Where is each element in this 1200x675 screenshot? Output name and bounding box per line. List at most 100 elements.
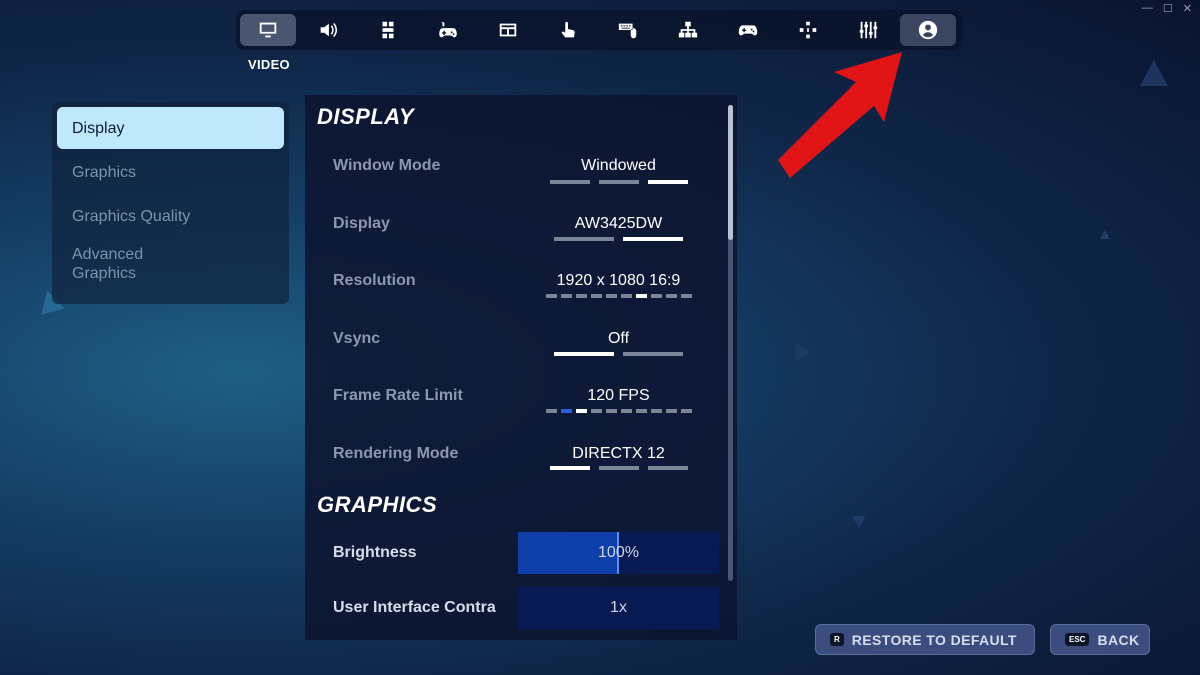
keyboard-mouse-icon <box>618 23 637 39</box>
option-segment[interactable] <box>680 409 692 413</box>
decor-triangle <box>1100 230 1110 239</box>
ui-contrast-slider[interactable]: 1x <box>518 587 719 629</box>
tab-accessibility[interactable] <box>360 14 416 46</box>
option-segment[interactable] <box>635 294 647 298</box>
frame-rate-limit-value[interactable]: 120 FPS <box>545 387 692 405</box>
minimize-icon[interactable]: — <box>1142 2 1153 15</box>
section-title-display: DISPLAY <box>317 104 415 129</box>
tab-controller[interactable] <box>720 14 776 46</box>
option-segment[interactable] <box>680 294 692 298</box>
option-segment[interactable] <box>560 409 572 413</box>
rendering-mode-label: Rendering Mode <box>333 445 459 462</box>
key-hint-r: R <box>830 633 844 646</box>
option-segment[interactable] <box>554 237 614 241</box>
sliders-icon <box>859 21 878 39</box>
tab-hierarchy[interactable] <box>660 14 716 46</box>
key-hint-esc: ESC <box>1065 633 1090 646</box>
speaker-icon <box>320 22 338 38</box>
sidebar-item-display[interactable]: Display <box>57 107 284 149</box>
sidebar-item-graphics-quality[interactable]: Graphics Quality <box>57 195 284 237</box>
section-title-graphics: GRAPHICS <box>317 492 438 517</box>
close-icon[interactable]: ✕ <box>1183 2 1192 15</box>
brightness-slider[interactable]: 100% <box>518 532 719 574</box>
settings-sidebar: Display Graphics Graphics Quality Advanc… <box>52 102 289 304</box>
hierarchy-icon <box>678 21 698 38</box>
decor-triangle <box>787 338 811 362</box>
resolution-options[interactable] <box>545 294 692 298</box>
option-segment[interactable] <box>575 294 587 298</box>
active-tab-title: VIDEO <box>248 57 290 72</box>
tab-input[interactable] <box>420 14 476 46</box>
decor-triangle <box>1140 60 1168 86</box>
option-segment[interactable] <box>635 409 647 413</box>
sidebar-item-graphics[interactable]: Graphics <box>57 151 284 193</box>
account-icon <box>918 20 938 40</box>
window-mode-value[interactable]: Windowed <box>545 157 692 175</box>
vsync-options[interactable] <box>545 352 692 356</box>
accessibility-icon <box>382 21 394 39</box>
brightness-value: 100% <box>598 544 639 561</box>
frame-rate-limit-options[interactable] <box>545 409 692 413</box>
window-mode-label: Window Mode <box>333 157 441 174</box>
rendering-mode-value[interactable]: DIRECTX 12 <box>545 445 692 463</box>
tab-touch[interactable] <box>540 14 596 46</box>
option-segment[interactable] <box>598 180 639 184</box>
option-segment[interactable] <box>545 294 557 298</box>
option-segment[interactable] <box>590 409 602 413</box>
option-segment[interactable] <box>575 409 587 413</box>
vsync-value[interactable]: Off <box>545 330 692 348</box>
option-segment[interactable] <box>647 466 688 470</box>
rendering-mode-options[interactable] <box>545 466 692 470</box>
option-segment[interactable] <box>545 409 557 413</box>
ui-contrast-value: 1x <box>610 599 627 616</box>
sidebar-item-advanced-graphics[interactable]: Advanced Graphics <box>57 239 177 289</box>
option-segment[interactable] <box>650 294 662 298</box>
controller-settings-icon <box>439 21 457 38</box>
back-label: BACK <box>1097 631 1140 648</box>
option-segment[interactable] <box>620 294 632 298</box>
settings-panel: DISPLAY Window Mode Windowed Display AW3… <box>305 95 737 640</box>
resolution-value[interactable]: 1920 x 1080 16:9 <box>545 272 692 290</box>
option-segment[interactable] <box>665 294 677 298</box>
display-options[interactable] <box>545 237 692 241</box>
option-segment[interactable] <box>560 294 572 298</box>
ui-contrast-label: User Interface Contra <box>333 599 496 616</box>
maximize-icon[interactable]: ☐ <box>1163 2 1173 15</box>
restore-label: RESTORE TO DEFAULT <box>851 631 1017 648</box>
option-segment[interactable] <box>598 466 639 470</box>
option-segment[interactable] <box>549 466 590 470</box>
option-segment[interactable] <box>590 294 602 298</box>
option-segment[interactable] <box>665 409 677 413</box>
gamepad-icon <box>738 25 758 36</box>
touch-icon <box>561 21 575 38</box>
back-button[interactable]: ESC BACK <box>1050 624 1150 655</box>
option-segment[interactable] <box>549 180 590 184</box>
option-segment[interactable] <box>554 352 614 356</box>
vsync-label: Vsync <box>333 330 381 347</box>
tab-audio[interactable] <box>300 14 356 46</box>
monitor-icon <box>259 22 277 38</box>
option-segment[interactable] <box>650 409 662 413</box>
game-ui-icon <box>499 23 517 37</box>
settings-scrollbar[interactable] <box>728 105 733 581</box>
red-arrow-annotation <box>778 52 902 178</box>
dpad-icon <box>799 21 817 39</box>
tab-game-ui[interactable] <box>480 14 536 46</box>
option-segment[interactable] <box>623 237 683 241</box>
option-segment[interactable] <box>623 352 683 356</box>
display-label: Display <box>333 215 390 232</box>
restore-to-default-button[interactable]: R RESTORE TO DEFAULT <box>815 624 1035 655</box>
decor-triangle <box>852 516 866 528</box>
window-mode-options[interactable] <box>545 180 692 184</box>
frame-rate-limit-label: Frame Rate Limit <box>333 387 463 404</box>
display-value[interactable]: AW3425DW <box>545 215 692 233</box>
option-segment[interactable] <box>647 180 688 184</box>
scrollbar-thumb[interactable] <box>728 105 733 240</box>
option-segment[interactable] <box>620 409 632 413</box>
tab-keyboard-mouse[interactable] <box>600 14 656 46</box>
resolution-label: Resolution <box>333 272 416 289</box>
tab-video[interactable] <box>240 14 296 46</box>
option-segment[interactable] <box>605 409 617 413</box>
option-segment[interactable] <box>605 294 617 298</box>
window-controls: — ☐ ✕ <box>1142 2 1192 15</box>
